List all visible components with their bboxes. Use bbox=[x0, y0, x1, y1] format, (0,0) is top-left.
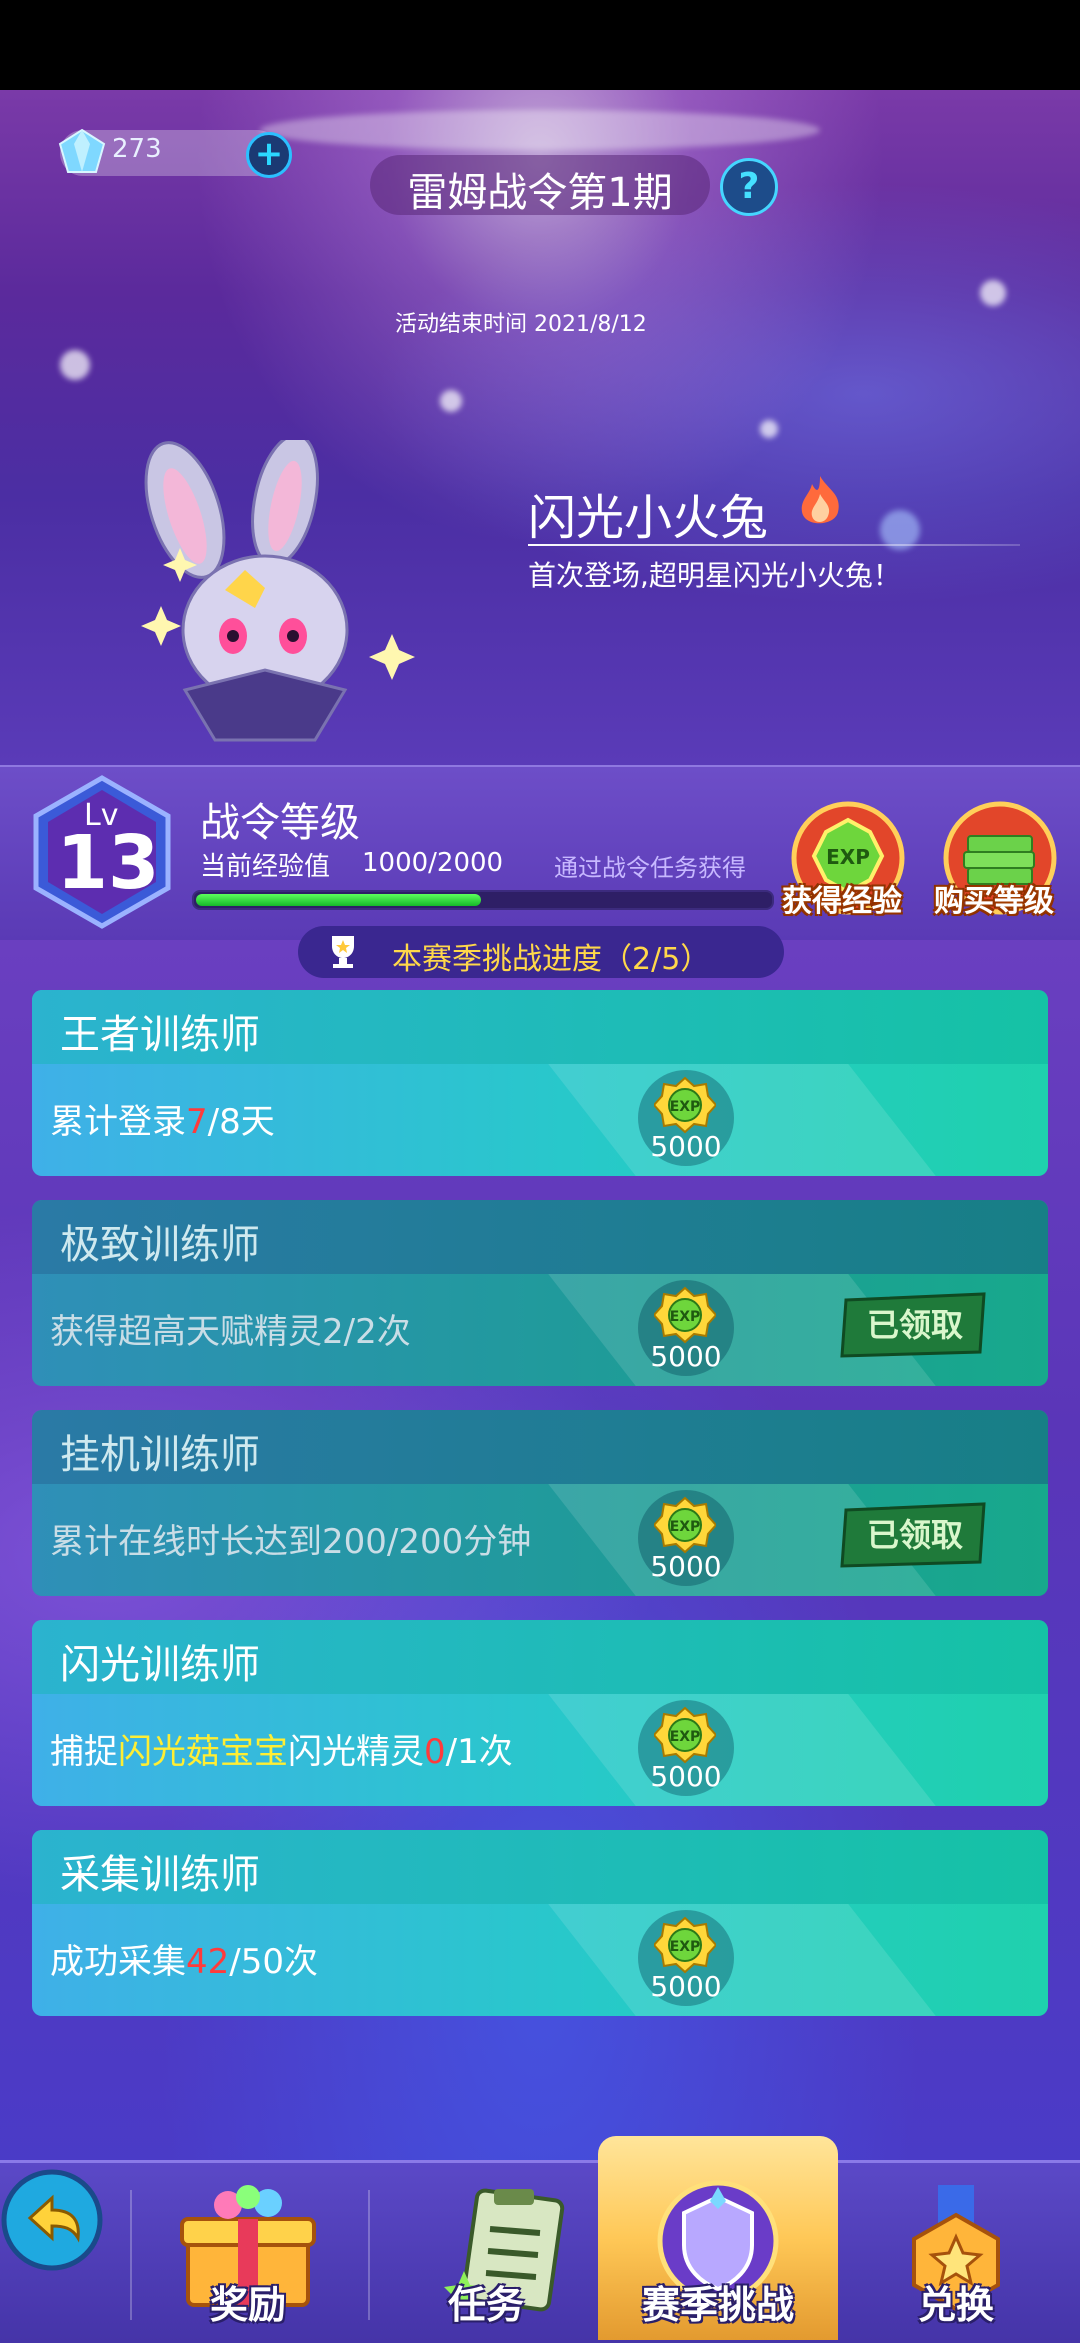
challenge-description: 成功采集42/50次 bbox=[50, 1934, 318, 1983]
challenge-title: 挂机训练师 bbox=[60, 1432, 260, 1478]
challenge-progress-current: 42 bbox=[186, 1942, 230, 1982]
challenge-progress-current: 0 bbox=[424, 1732, 446, 1772]
challenge-desc-highlight: 闪光菇宝宝 bbox=[118, 1732, 288, 1772]
exp-icon: EXP bbox=[654, 1076, 716, 1134]
challenge-description: 捕捉闪光菇宝宝闪光精灵0/1次 bbox=[50, 1724, 513, 1773]
challenge-desc-text: 成功采集 bbox=[50, 1942, 186, 1982]
diamond-icon bbox=[58, 128, 106, 173]
event-title: 雷姆战令第1期 bbox=[407, 170, 673, 216]
rabbit-pet-illustration bbox=[141, 440, 415, 742]
challenge-card[interactable]: 王者训练师累计登录7/8天 EXP 5000 bbox=[32, 990, 1048, 1176]
pet-name: 闪光小火兔 bbox=[528, 490, 769, 546]
reward-amount: 5000 bbox=[650, 1340, 722, 1373]
claimed-stamp: 已领取 bbox=[840, 1502, 986, 1568]
exp-icon: EXP bbox=[654, 1706, 716, 1764]
exp-icon-text: EXP bbox=[670, 1519, 701, 1535]
card-decor-stripe bbox=[548, 1064, 936, 1176]
challenge-card[interactable]: 闪光训练师捕捉闪光菇宝宝闪光精灵0/1次 EXP 5000 bbox=[32, 1620, 1048, 1806]
get-exp-icon-text: EXP bbox=[826, 845, 870, 869]
challenge-card[interactable]: 挂机训练师累计在线时长达到200/200分钟 EXP 5000 已领取 bbox=[32, 1410, 1048, 1596]
add-gems-button[interactable]: + bbox=[246, 132, 292, 178]
card-decor-stripe bbox=[548, 1694, 936, 1806]
exp-icon-text: EXP bbox=[670, 1939, 701, 1955]
exp-label: 当前经验值 bbox=[200, 852, 331, 882]
season-progress-text: 本赛季挑战进度（2/5） bbox=[392, 942, 711, 977]
challenge-progress-total: /1次 bbox=[445, 1732, 513, 1772]
reward-amount: 5000 bbox=[650, 1130, 722, 1163]
challenge-title: 极致训练师 bbox=[60, 1222, 260, 1268]
challenge-description: 获得超高天赋精灵2/2次 bbox=[50, 1304, 411, 1353]
status-bar bbox=[0, 0, 1080, 90]
challenge-progress-current: 7 bbox=[186, 1102, 208, 1142]
exp-value: 1000/2000 bbox=[362, 848, 504, 878]
challenge-description: 累计登录7/8天 bbox=[50, 1094, 275, 1143]
exp-hint: 通过战令任务获得 bbox=[554, 854, 746, 882]
challenge-card[interactable]: 极致训练师获得超高天赋精灵2/2次 EXP 5000 已领取 bbox=[32, 1200, 1048, 1386]
fire-icon bbox=[801, 476, 839, 524]
claimed-label: 已领取 bbox=[867, 1516, 963, 1554]
card-decor-stripe bbox=[548, 1904, 936, 2016]
challenge-desc-text: 闪光精灵 bbox=[288, 1732, 424, 1772]
challenge-progress-total: /50次 bbox=[229, 1942, 318, 1982]
reward-amount: 5000 bbox=[650, 1550, 722, 1583]
pet-name-divider bbox=[528, 544, 1020, 546]
exp-icon-text: EXP bbox=[670, 1309, 701, 1325]
exp-progress-fill bbox=[196, 894, 481, 906]
level-title: 战令等级 bbox=[200, 800, 360, 846]
exp-icon-text: EXP bbox=[670, 1729, 701, 1745]
buy-level-label[interactable]: 购买等级 bbox=[934, 876, 1054, 920]
exp-icon: EXP bbox=[654, 1496, 716, 1554]
claimed-stamp: 已领取 bbox=[840, 1292, 986, 1358]
gem-count: 273 bbox=[112, 134, 162, 164]
nav-season-challenge[interactable]: 赛季挑战 bbox=[598, 2274, 838, 2329]
exp-icon-text: EXP bbox=[670, 1099, 701, 1115]
nav-rewards[interactable]: 奖励 bbox=[128, 2274, 368, 2329]
nav-exchange[interactable]: 兑换 bbox=[836, 2274, 1076, 2329]
exp-icon: EXP bbox=[654, 1286, 716, 1344]
get-exp-label[interactable]: 获得经验 bbox=[782, 876, 902, 920]
level-number: 13 bbox=[56, 820, 160, 906]
challenge-desc-text: 获得超高天赋精灵2/2次 bbox=[50, 1312, 411, 1352]
challenge-desc-text: 累计在线时长达到200/200分钟 bbox=[50, 1522, 532, 1562]
reward-amount: 5000 bbox=[650, 1760, 722, 1793]
challenge-desc-text: 捕捉 bbox=[50, 1732, 118, 1772]
help-button[interactable]: ? bbox=[720, 158, 778, 216]
nav-tasks[interactable]: 任务 bbox=[366, 2274, 606, 2329]
challenge-title: 采集训练师 bbox=[60, 1852, 260, 1898]
challenge-title: 王者训练师 bbox=[60, 1012, 260, 1058]
challenge-desc-text: 累计登录 bbox=[50, 1102, 186, 1142]
trophy-icon bbox=[332, 936, 354, 968]
challenge-title: 闪光训练师 bbox=[60, 1642, 260, 1688]
claimed-label: 已领取 bbox=[867, 1306, 963, 1344]
pet-description: 首次登场,超明星闪光小火兔！ bbox=[528, 559, 901, 592]
event-end-time: 活动结束时间 2021/8/12 bbox=[395, 312, 647, 337]
reward-amount: 5000 bbox=[650, 1970, 722, 2003]
exp-icon: EXP bbox=[654, 1916, 716, 1974]
challenge-description: 累计在线时长达到200/200分钟 bbox=[50, 1514, 531, 1563]
challenge-card[interactable]: 采集训练师成功采集42/50次 EXP 5000 bbox=[32, 1830, 1048, 2016]
back-arrow-icon[interactable] bbox=[0, 2168, 110, 2278]
challenge-progress-total: /8天 bbox=[207, 1102, 275, 1142]
